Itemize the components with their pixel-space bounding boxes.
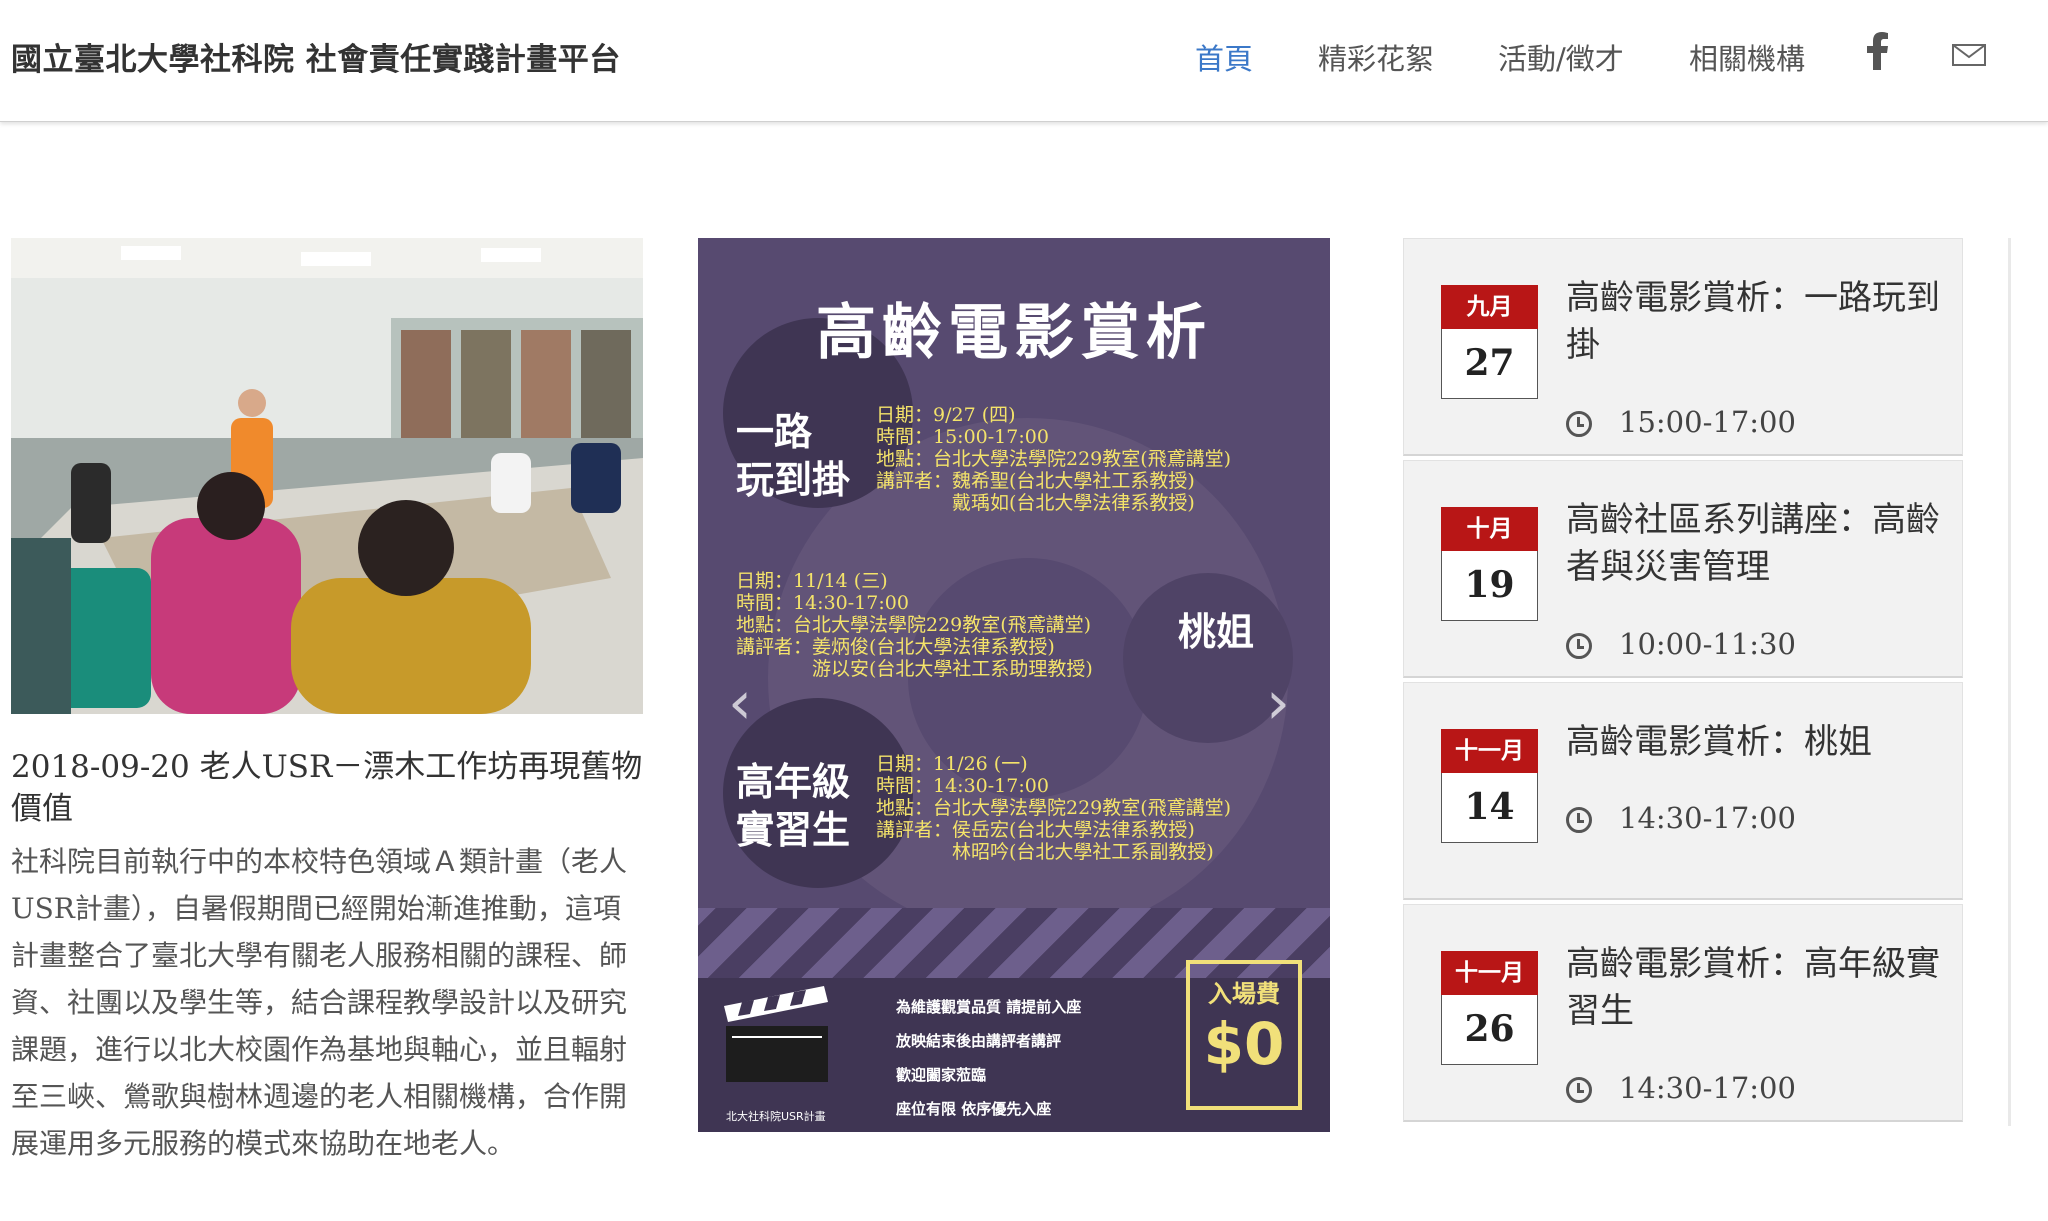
workshop-photo	[11, 238, 643, 714]
nav-highlights[interactable]: 精彩花絮	[1318, 36, 1434, 78]
event-date: 十月 19	[1441, 507, 1538, 629]
event-time: 14:30-17:00	[1619, 1071, 1796, 1105]
article-photo[interactable]	[11, 238, 643, 714]
film-1-info: 戴瑀如(台北大學法律系教授)	[876, 492, 1195, 514]
clock-icon	[1566, 807, 1592, 833]
clapperboard-icon	[724, 986, 828, 1082]
nav-related-orgs[interactable]: 相關機構	[1689, 36, 1805, 78]
facebook-icon[interactable]	[1866, 32, 1890, 70]
event-month: 十月	[1441, 507, 1538, 551]
event-time: 14:30-17:00	[1619, 801, 1796, 835]
carousel-prev-button[interactable]: ‹	[728, 668, 752, 738]
event-day: 14	[1441, 773, 1538, 843]
film-1-info: 地點：台北大學法學院229教室(飛鳶講堂)	[876, 448, 1232, 470]
film-3-name-line2: 實習生	[736, 808, 851, 852]
nav-home[interactable]: 首頁	[1195, 36, 1253, 78]
event-title[interactable]: 高齡社區系列講座：高齡者與災害管理	[1566, 497, 1950, 591]
event-date: 九月 27	[1441, 285, 1538, 407]
event-month: 十一月	[1441, 729, 1538, 773]
film-3-info: 講評者：侯岳宏(台北大學法律系教授)	[876, 819, 1195, 841]
event-day: 19	[1441, 551, 1538, 621]
notice-line: 為維護觀賞品質 請提前入座	[896, 998, 1082, 1016]
event-title[interactable]: 高齡電影賞析：桃姐	[1566, 719, 1950, 766]
event-time: 15:00-17:00	[1619, 405, 1796, 439]
film-1-name-line1: 一路	[736, 410, 813, 454]
film-1-info: 時間：15:00-17:00	[876, 426, 1049, 448]
admission-fee-box: 入場費 $0	[1186, 960, 1302, 1110]
nav-events-recruit[interactable]: 活動/徵才	[1498, 36, 1624, 78]
clock-icon	[1566, 633, 1592, 659]
event-card[interactable]: 九月 27 高齡電影賞析：一路玩到掛 15:00-17:00	[1403, 238, 1963, 456]
mail-icon[interactable]	[1952, 44, 1986, 66]
event-list-scrollbar[interactable]	[2008, 238, 2011, 1126]
article-title[interactable]: 2018-09-20 老人USR－漂木工作坊再現舊物價值	[11, 746, 643, 830]
notice-line: 座位有限 依序優先入座	[896, 1100, 1052, 1118]
event-month: 九月	[1441, 285, 1538, 329]
film-1-name-line2: 玩到掛	[736, 458, 851, 502]
top-navbar: 國立臺北大學社科院 社會責任實踐計畫平台 首頁 精彩花絮 活動/徵才 相關機構	[0, 0, 2048, 122]
film-3-name-line1: 高年級	[736, 760, 851, 804]
film-2-name: 桃姐	[1178, 610, 1255, 654]
film-2-info: 地點：台北大學法學院229教室(飛鳶講堂)	[736, 614, 1092, 636]
film-3-info: 時間：14:30-17:00	[876, 775, 1049, 797]
event-day: 26	[1441, 995, 1538, 1065]
organizer-label: 北大社科院USR計畫	[726, 1110, 826, 1123]
event-month: 十一月	[1441, 951, 1538, 995]
film-2-info: 日期：11/14 (三)	[736, 570, 888, 592]
event-card[interactable]: 十月 19 高齡社區系列講座：高齡者與災害管理 10:00-11:30	[1403, 460, 1963, 678]
notice-line: 歡迎闔家蒞臨	[896, 1066, 987, 1084]
event-card[interactable]: 十一月 14 高齡電影賞析：桃姐 14:30-17:00	[1403, 682, 1963, 900]
event-day: 27	[1441, 329, 1538, 399]
film-2-info: 講評者：姜炳俊(台北大學法律系教授)	[736, 636, 1055, 658]
film-2-info: 時間：14:30-17:00	[736, 592, 909, 614]
carousel-next-button[interactable]: ›	[1266, 668, 1290, 738]
event-title[interactable]: 高齡電影賞析：高年級實習生	[1566, 941, 1950, 1035]
film-3-info: 地點：台北大學法學院229教室(飛鳶講堂)	[876, 797, 1232, 819]
event-title[interactable]: 高齡電影賞析：一路玩到掛	[1566, 275, 1950, 369]
clock-icon	[1566, 411, 1592, 437]
event-date: 十一月 26	[1441, 951, 1538, 1073]
notice-line: 放映結束後由講評者講評	[896, 1032, 1062, 1050]
clock-icon	[1566, 1077, 1592, 1103]
event-date: 十一月 14	[1441, 729, 1538, 851]
film-2-info: 游以安(台北大學社工系助理教授)	[736, 658, 1093, 680]
poster-title: 高齡電影賞析	[816, 298, 1212, 368]
admission-fee-label: 入場費	[1208, 980, 1280, 1008]
film-1-info: 日期：9/27 (四)	[876, 404, 1016, 426]
film-1-info: 講評者：魏希聖(台北大學社工系教授)	[876, 470, 1195, 492]
poster-carousel[interactable]: 高齡電影賞析 一路 玩到掛 日期：9/27 (四) 時間：15:00-17:00…	[698, 238, 1330, 1132]
event-time: 10:00-11:30	[1619, 627, 1796, 661]
site-brand[interactable]: 國立臺北大學社科院 社會責任實踐計畫平台	[11, 34, 621, 79]
article-body: 社科院目前執行中的本校特色領域Ａ類計畫（老人USR計畫），自暑假期間已經開始漸進…	[11, 845, 628, 1160]
film-3-info: 林昭吟(台北大學社工系副教授)	[876, 841, 1214, 863]
film-3-info: 日期：11/26 (一)	[876, 753, 1028, 775]
event-card[interactable]: 十一月 26 高齡電影賞析：高年級實習生 14:30-17:00	[1403, 904, 1963, 1122]
admission-fee-value: $0	[1203, 1010, 1285, 1078]
